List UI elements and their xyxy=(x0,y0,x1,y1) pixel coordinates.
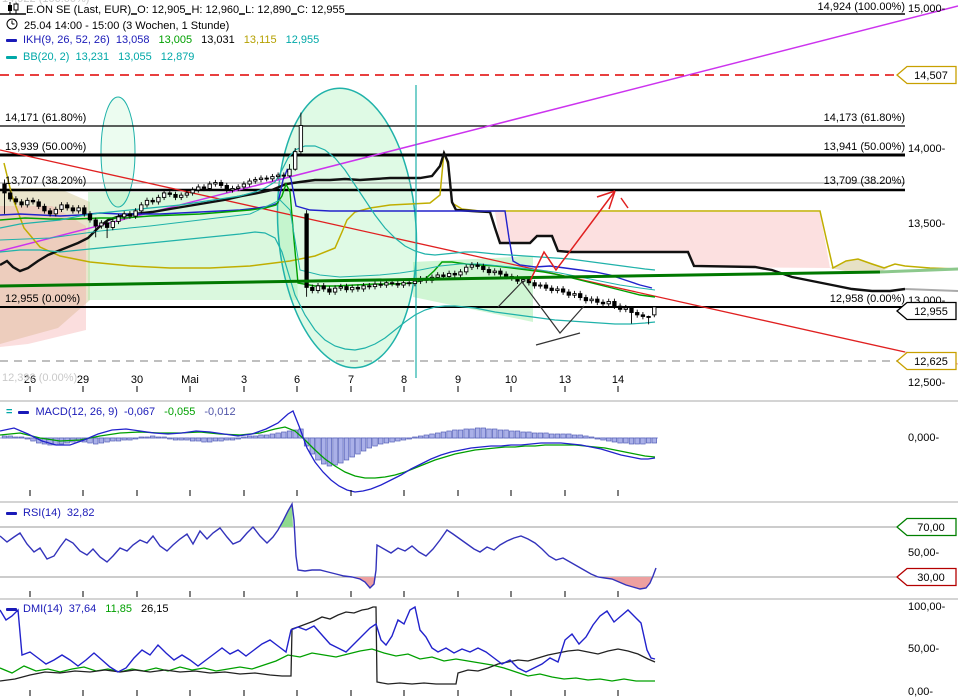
dmi-label: DMI(14) xyxy=(23,603,63,615)
x-axis-label: Mai xyxy=(181,374,199,386)
legend-value: -0,055 xyxy=(164,406,196,418)
price-tag-value: 70,00 xyxy=(917,522,945,534)
price-tag-value: 12,955 xyxy=(914,306,948,318)
fib-label-left: 12,955 (0.00%) xyxy=(5,293,81,305)
legend-value: 12,955 xyxy=(285,34,320,46)
x-axis-label: 6 xyxy=(294,374,300,386)
x-axis-label: 29 xyxy=(77,374,89,386)
fib-label-faint: 14,922 (100.00%) xyxy=(2,0,89,6)
legend-value: 13,058 xyxy=(115,34,150,46)
ohlc-high: H: 12,960 xyxy=(191,3,240,16)
y-axis-label: 14,000- xyxy=(908,143,946,155)
rsi-legend-icon xyxy=(6,511,17,515)
legend-value: 37,64 xyxy=(68,603,97,615)
legend-value: 13,115 xyxy=(243,34,277,46)
legend-bb-row[interactable]: BB(20, 2) 13,231 13,055 12,879 xyxy=(6,51,203,63)
legend-rsi-row[interactable]: RSI(14) 32,82 xyxy=(6,507,103,519)
legend-ikh-row[interactable]: IKH(9, 26, 52, 26) 13,058 13,005 13,031 13,… xyxy=(6,34,328,46)
y-axis-label: 50,00- xyxy=(908,547,940,559)
header-time-row: 25.04 14:00 - 15:00 (3 Wochen, 1 Stunde) xyxy=(6,18,230,33)
ikh-legend-icon xyxy=(6,38,17,42)
dmi-legend-icon xyxy=(6,607,17,611)
legend-value: 13,231 xyxy=(75,51,110,63)
macd-legend-icon xyxy=(18,410,30,414)
legend-value: -0,067 xyxy=(123,406,156,418)
macd-values: -0,067 -0,055 -0,012 xyxy=(124,406,245,418)
fib-label-left: 13,939 (50.00%) xyxy=(5,141,87,153)
y-axis-label: 100,00- xyxy=(908,601,946,613)
ikh-black-ext xyxy=(904,288,958,292)
clock-icon xyxy=(6,18,18,33)
main-chart-svg: 26 29 30 Mai 3 6 7 8 9 10 13 1415,000-14,000-13,500… xyxy=(0,0,958,698)
rsi-label: RSI(14) xyxy=(23,507,61,519)
dmi-pane xyxy=(0,605,656,685)
timeframe-text: 25.04 14:00 - 15:00 (3 Wochen, 1 Stunde) xyxy=(24,19,230,32)
x-axis-label: 9 xyxy=(455,374,461,386)
y-axis-label: 0,000- xyxy=(908,432,940,444)
fib-label-right: 14,924 (100.00%) xyxy=(817,1,905,13)
rsi-values: 32,82 xyxy=(67,507,104,519)
legend-value: -0,012 xyxy=(204,406,236,418)
ohlc-open: O: 12,905 xyxy=(137,3,186,16)
legend-dmi-row[interactable]: DMI(14) 37,64 11,85 26,15 xyxy=(6,603,178,615)
fib-label-faint: 12,392 (0.00%) xyxy=(2,372,78,384)
x-axis-label: 10 xyxy=(505,374,517,386)
x-axis: 26 29 30 Mai 3 6 7 8 9 10 13 14 xyxy=(24,374,624,696)
ikh-values: 13,058 13,005 13,031 13,115 12,955 xyxy=(116,34,328,46)
bb-legend-icon xyxy=(6,55,17,59)
legend-value: 26,15 xyxy=(140,603,169,615)
ikh-label: IKH(9, 26, 52, 26) xyxy=(23,34,110,46)
fib-label-left: 13,707 (38.20%) xyxy=(5,175,87,187)
fib-label-right: 14,173 (61.80%) xyxy=(823,112,905,124)
dmi-values: 37,64 11,85 26,15 xyxy=(69,603,178,615)
x-axis-label: 30 xyxy=(131,374,143,386)
bb-label: BB(20, 2) xyxy=(23,51,70,63)
x-axis-label: 8 xyxy=(401,374,407,386)
fib-label-right: 13,941 (50.00%) xyxy=(823,141,905,153)
chart-window: 26 29 30 Mai 3 6 7 8 9 10 13 14 15,000- 14,000- 13,500… xyxy=(0,0,958,700)
macd-equals-icon: = xyxy=(6,406,13,418)
legend-value: 13,031 xyxy=(201,34,235,46)
y-axis-label: 50,00- xyxy=(908,643,940,655)
x-axis-label: 3 xyxy=(241,374,247,386)
price-tag-value: 12,625 xyxy=(914,356,948,368)
legend-macd-row[interactable]: = MACD(12, 26, 9) -0,067 -0,055 -0,012 xyxy=(6,406,245,418)
price-tag-value: 30,00 xyxy=(917,572,945,584)
legend-value: 13,005 xyxy=(158,34,193,46)
price-tag-value: 14,507 xyxy=(914,70,948,82)
x-axis-label: 14 xyxy=(612,374,624,386)
ohlc-low: L: 12,890 xyxy=(245,3,292,16)
legend-value: 12,879 xyxy=(160,51,195,63)
fib-label-right: 12,958 (0.00%) xyxy=(829,293,905,305)
x-axis-label: 13 xyxy=(559,374,571,386)
macd-label: MACD(12, 26, 9) xyxy=(35,406,118,418)
rsi-pane xyxy=(0,501,905,590)
fib-label-right: 13,709 (38.20%) xyxy=(823,175,905,187)
y-axis-label: 15,000- xyxy=(908,3,946,15)
y-axis-label: 13,500- xyxy=(908,218,946,230)
y-axis-label: 0,00- xyxy=(908,686,933,698)
fib-label-left: 14,171 (61.80%) xyxy=(5,112,87,124)
cloud-left-pink xyxy=(0,206,86,347)
macd-pane xyxy=(0,410,658,493)
legend-value: 13,055 xyxy=(118,51,152,63)
legend-value: 32,82 xyxy=(66,507,95,519)
y-axis-label: 12,500- xyxy=(908,377,946,389)
x-axis-label: 7 xyxy=(348,374,354,386)
legend-value: 11,85 xyxy=(105,603,132,615)
bb-values: 13,231 13,055 12,879 xyxy=(75,51,203,63)
ohlc-close: C: 12,955 xyxy=(297,3,345,16)
